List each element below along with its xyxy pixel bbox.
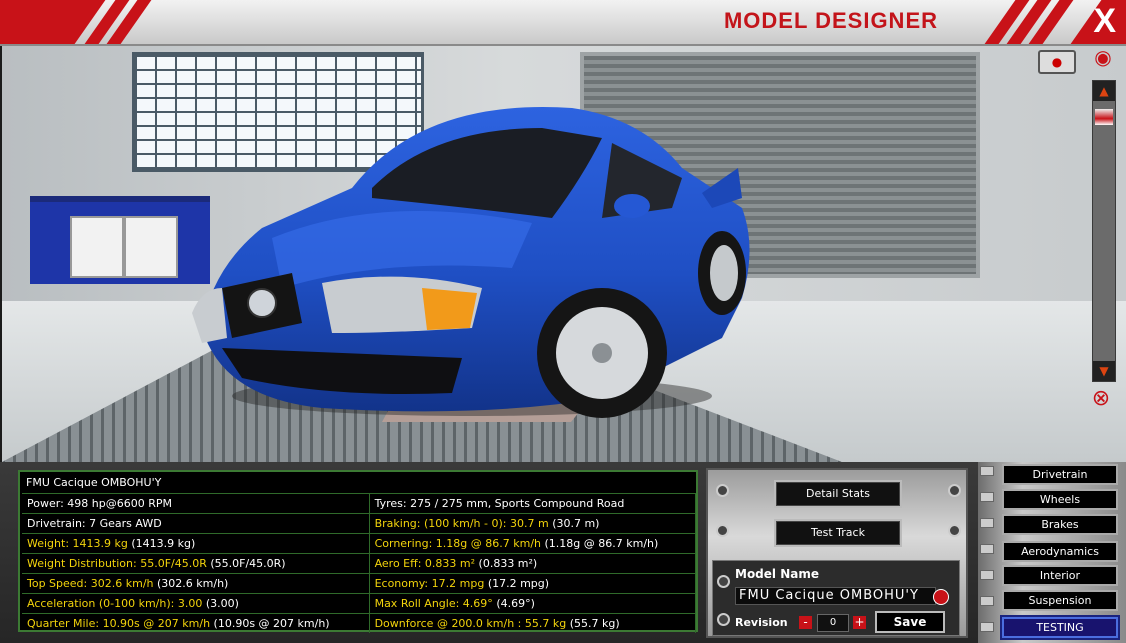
rail-decoration [980,544,994,554]
window-title: MODEL DESIGNER [723,8,938,33]
stat-acceleration: Acceleration (0-100 km/h): 3.00 (3.00) [22,593,370,614]
car-model [192,107,750,418]
tab-interior[interactable]: Interior [1002,565,1118,586]
stats-model-name: FMU Cacique OMBOHU'Y [26,476,162,489]
rail-decoration [980,596,994,606]
revision-decrement-button[interactable]: - [799,616,812,629]
bottom-panel: FMU Cacique OMBOHU'Y Power: 498 hp@6600 … [0,462,1126,643]
camera-icon: ● [1051,55,1063,69]
stats-row: Top Speed: 302.6 km/h (302.6 km/h) Econo… [22,573,697,594]
reset-name-button[interactable] [933,589,949,605]
stats-row: Power: 498 hp@6600 RPM Tyres: 275 / 275 … [22,493,697,514]
revision-label: Revision [735,616,788,629]
stats-row: Weight Distribution: 55.0F/45.0R (55.0F/… [22,553,697,574]
stat-economy: Economy: 17.2 mpg (17.2 mpg) [369,573,697,594]
revision-value: 0 [817,614,849,632]
stat-aero-eff: Aero Eff: 0.833 m² (0.833 m²) [369,553,697,574]
hide-ui-button[interactable]: ⊗ [1086,386,1116,412]
model-name-input[interactable]: FMU Cacique OMBOHU'Y [735,587,936,605]
scroll-up-button[interactable]: ▲ [1093,81,1115,101]
rivet [717,575,730,588]
stat-power: Power: 498 hp@6600 RPM [22,493,370,514]
scroll-thumb[interactable] [1095,109,1113,125]
tab-wheels[interactable]: Wheels [1002,489,1118,510]
save-button[interactable]: Save [875,611,945,633]
rivet [716,524,729,537]
category-nav: Drivetrain Wheels Brakes Aerodynamics In… [978,462,1126,643]
stats-table: Power: 498 hp@6600 RPM Tyres: 275 / 275 … [22,493,697,633]
stat-downforce: Downforce @ 200.0 km/h : 55.7 kg (55.7 k… [369,613,697,633]
stats-row: Weight: 1413.9 kg (1413.9 kg) Cornering:… [22,533,697,554]
tab-aerodynamics[interactable]: Aerodynamics [1002,541,1118,562]
revision-increment-button[interactable]: + [853,616,866,629]
stat-max-roll-angle: Max Roll Angle: 4.69° (4.69°) [369,593,697,614]
arrow-down-icon: ▼ [1099,364,1109,378]
stats-row: Quarter Mile: 10.90s @ 207 km/h (10.90s … [22,613,697,633]
tab-suspension[interactable]: Suspension [1002,590,1118,611]
title-bar: MODEL DESIGNER X [0,0,1126,46]
rivet [948,484,961,497]
rail-decoration [980,466,994,476]
model-name-panel: Model Name FMU Cacique OMBOHU'Y Revision… [712,560,960,636]
stat-cornering: Cornering: 1.18g @ 86.7 km/h (1.18g @ 86… [369,533,697,554]
rail-decoration [980,518,994,528]
tab-testing[interactable]: TESTING [1002,617,1118,638]
stat-weight: Weight: 1413.9 kg (1413.9 kg) [22,533,370,554]
screenshot-camera-button[interactable]: ● [1038,50,1076,74]
stats-panel: FMU Cacique OMBOHU'Y Power: 498 hp@6600 … [18,470,698,633]
rivet [716,484,729,497]
cabinet-door [70,216,124,278]
zoom-scrollbar[interactable]: ▲ ▼ [1092,80,1116,382]
tab-brakes[interactable]: Brakes [1002,514,1118,535]
rail-decoration [980,570,994,580]
view-toggle-button[interactable]: ◉ [1084,46,1122,68]
scroll-down-button[interactable]: ▼ [1093,361,1115,381]
rivet [948,524,961,537]
eye-crossed-icon: ⊗ [1091,386,1111,411]
stat-quarter-mile: Quarter Mile: 10.90s @ 207 km/h (10.90s … [22,613,370,633]
stats-row: Acceleration (0-100 km/h): 3.00 (3.00) M… [22,593,697,614]
test-track-button[interactable]: Test Track [774,519,902,547]
rivet [717,613,730,626]
tab-drivetrain[interactable]: Drivetrain [1002,464,1118,485]
eye-icon: ◉ [1094,46,1112,69]
rail-decoration [980,492,994,502]
stat-tyres: Tyres: 275 / 275 mm, Sports Compound Roa… [369,493,697,514]
rail-decoration [980,622,994,632]
model-name-label: Model Name [735,567,819,581]
stat-top-speed: Top Speed: 302.6 km/h (302.6 km/h) [22,573,370,594]
close-button[interactable]: X [1093,2,1116,41]
detail-stats-button[interactable]: Detail Stats [774,480,902,508]
cabinet-door [124,216,178,278]
stat-braking: Braking: (100 km/h - 0): 30.7 m (30.7 m) [369,513,697,534]
stats-row: Drivetrain: 7 Gears AWD Braking: (100 km… [22,513,697,534]
car-3d-viewport[interactable]: ● ◉ ▲ ▼ ⊗ [2,46,1126,462]
arrow-up-icon: ▲ [1099,84,1109,98]
actions-panel: Detail Stats Test Track Model Name FMU C… [706,468,968,638]
stat-drivetrain: Drivetrain: 7 Gears AWD [22,513,370,534]
stat-weight-distribution: Weight Distribution: 55.0F/45.0R (55.0F/… [22,553,370,574]
